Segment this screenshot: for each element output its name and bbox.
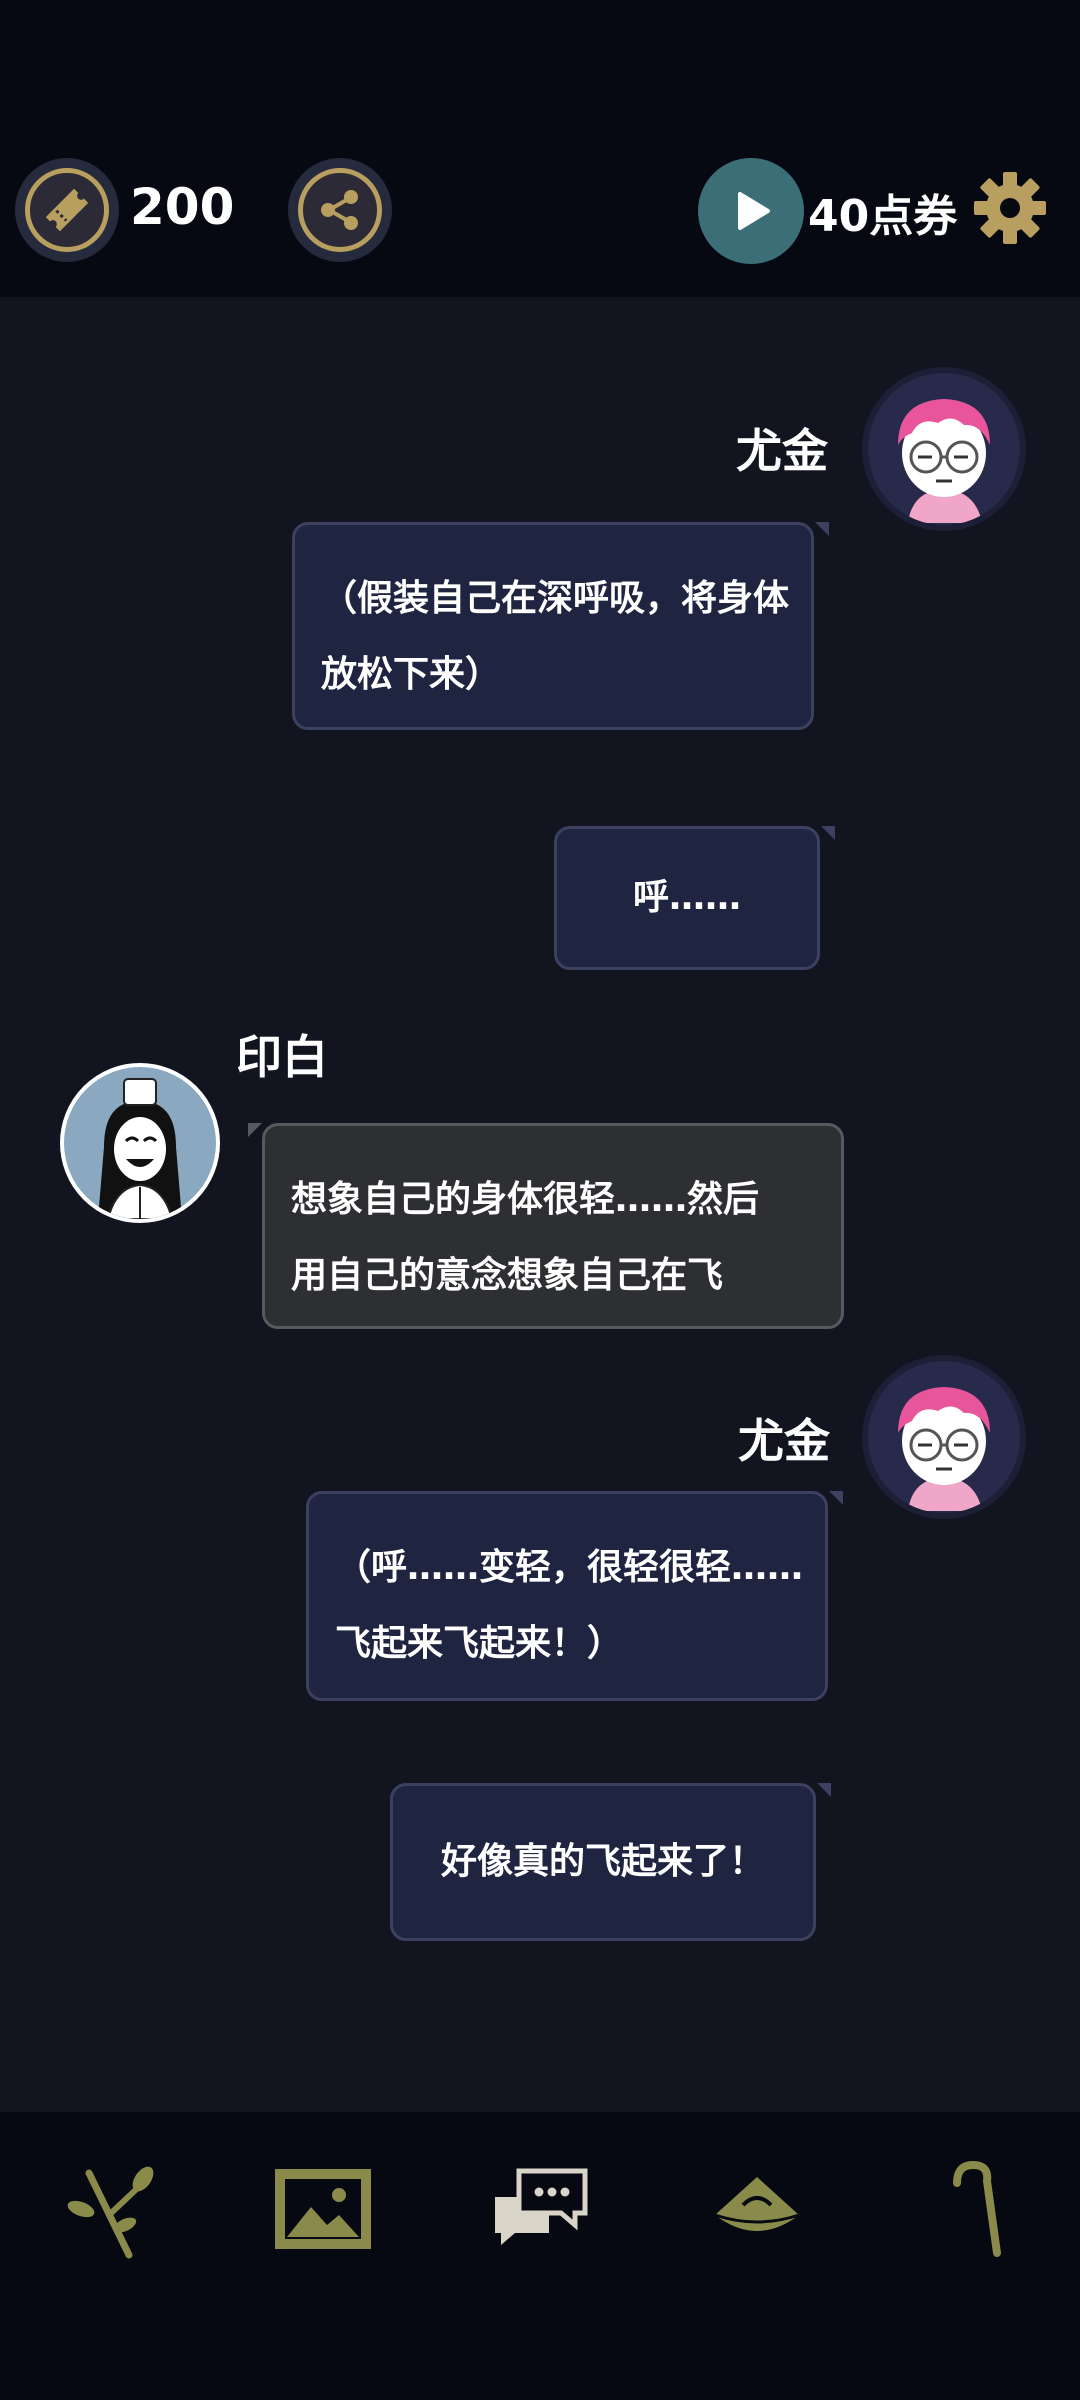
eugene-portrait xyxy=(898,1387,990,1511)
bubble-tail xyxy=(829,1491,843,1505)
bubble-tail xyxy=(815,522,829,536)
bubble-tail xyxy=(821,826,835,840)
chat-icon xyxy=(495,2168,588,2245)
message-line: 想象自己的身体很轻……然后 xyxy=(291,1179,760,1220)
gear-icon xyxy=(974,172,1046,244)
share-icon xyxy=(321,190,358,230)
message-bubble: 好像真的飞起来了！ xyxy=(390,1783,816,1941)
speaker-name: 印白 xyxy=(236,1030,328,1084)
top-bar: 200 40点券 xyxy=(0,0,1080,297)
message-line: 呼…… xyxy=(632,877,741,918)
message-line: 用自己的意念想象自己在飞 xyxy=(291,1255,724,1296)
yinbai-portrait xyxy=(98,1078,182,1219)
eugene-portrait xyxy=(898,399,990,523)
branch-icon xyxy=(67,2166,154,2259)
hat-icon xyxy=(714,2177,800,2231)
message-line: 放松下来） xyxy=(321,654,502,695)
message-bubble: 呼…… xyxy=(554,826,820,970)
share-button[interactable] xyxy=(288,158,392,262)
nav-branch[interactable] xyxy=(52,2154,162,2264)
eugene-avatar[interactable] xyxy=(862,1355,1026,1519)
cane-icon xyxy=(953,2160,1001,2257)
bubble-tail xyxy=(248,1123,262,1137)
watch-ad-button[interactable] xyxy=(698,158,804,264)
gallery-icon xyxy=(275,2169,371,2249)
app-screen: 200 40点券 尤金 （假装自己在深呼吸，将身体 放松下来） 呼…… 印白 想… xyxy=(0,0,1080,2400)
message-line: （假装自己在深呼吸，将身体 xyxy=(321,578,790,619)
nav-cane[interactable] xyxy=(920,2154,1030,2264)
chat-log[interactable]: 尤金 （假装自己在深呼吸，将身体 放松下来） 呼…… 印白 想象自己的身体很轻…… xyxy=(0,297,1080,2112)
message-bubble: 想象自己的身体很轻……然后 用自己的意念想象自己在飞 xyxy=(262,1123,844,1329)
ticket-count: 200 xyxy=(130,178,235,236)
voucher-label: 40点券 xyxy=(808,191,958,242)
ticket-icon xyxy=(45,188,89,232)
message-bubble: （假装自己在深呼吸，将身体 放松下来） xyxy=(292,522,814,730)
yinbai-avatar[interactable] xyxy=(60,1063,220,1223)
nav-hat[interactable] xyxy=(702,2154,812,2264)
message-line: 飞起来飞起来！） xyxy=(335,1623,624,1664)
speaker-name: 尤金 xyxy=(738,1414,830,1468)
ticket-button[interactable] xyxy=(15,158,119,262)
message-bubble: （呼……变轻，很轻很轻…… 飞起来飞起来！） xyxy=(306,1491,828,1701)
speaker-name: 尤金 xyxy=(736,424,828,478)
eugene-avatar[interactable] xyxy=(862,367,1026,531)
message-line: （呼……变轻，很轻很轻…… xyxy=(335,1547,804,1588)
message-line: 好像真的飞起来了！ xyxy=(440,1841,765,1882)
bubble-tail xyxy=(817,1783,831,1797)
nav-gallery[interactable] xyxy=(268,2154,378,2264)
nav-chat[interactable] xyxy=(484,2154,594,2264)
settings-button[interactable] xyxy=(972,170,1048,246)
play-icon xyxy=(738,192,770,230)
